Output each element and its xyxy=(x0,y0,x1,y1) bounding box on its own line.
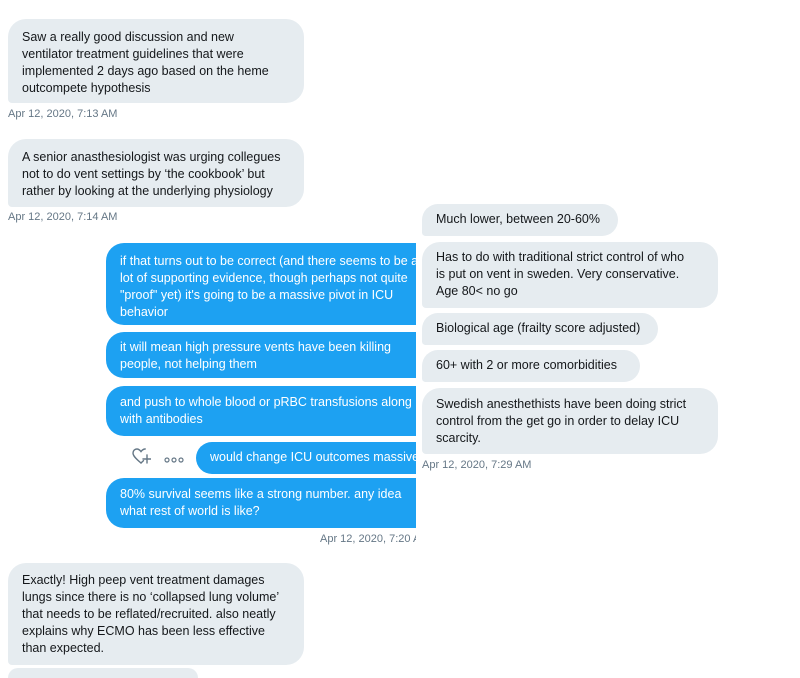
sent-message-bubble[interactable]: it will mean high pressure vents have be… xyxy=(106,332,416,378)
message-bubble[interactable]: 60+ with 2 or more comorbidities xyxy=(422,350,640,382)
sent-message-bubble[interactable]: and push to whole blood or pRBC transfus… xyxy=(106,386,416,436)
message-line: people, not helping them xyxy=(120,357,257,371)
message-line: outcompete hypothesis xyxy=(22,81,151,95)
message-line: rather by looking at the underlying phys… xyxy=(22,184,273,198)
message-bubble[interactable]: Exactly! High peep vent treatment damage… xyxy=(8,563,304,665)
message-timestamp: Apr 12, 2020, 7:14 AM xyxy=(8,211,118,223)
message-line: control from the get go in order to dela… xyxy=(436,414,680,428)
message-line: Age 80< no go xyxy=(436,284,518,298)
message-line: implemented 2 days ago based on the heme xyxy=(22,64,269,78)
message-line: that needs to be reflated/recruited. als… xyxy=(22,607,276,621)
message-bubble[interactable]: Much lower, between 20-60% xyxy=(422,204,618,236)
message-line: than expected. xyxy=(22,641,105,655)
message-line: ventilator treatment guidelines that wer… xyxy=(22,47,244,61)
message-bubble[interactable]: Swedish anesthethists have been doing st… xyxy=(422,388,718,454)
message-line: A senior anasthesiologist was urging col… xyxy=(22,150,281,164)
message-timestamp: Apr 12, 2020, 7:29 AM xyxy=(422,459,532,471)
message-bubble[interactable]: Has to do with traditional strict contro… xyxy=(422,242,718,308)
message-line: 60+ with 2 or more comorbidities xyxy=(436,358,617,372)
message-line: lot of supporting evidence, though perha… xyxy=(120,271,408,285)
message-line: 80% survival seems like a strong number.… xyxy=(120,487,402,501)
heart-plus-icon[interactable] xyxy=(131,446,152,466)
sent-message-timestamp: Apr 12, 2020, 7:20 AM xyxy=(320,533,416,545)
message-line: Biological age (frailty score adjusted) xyxy=(436,321,641,335)
message-line: and push to whole blood or pRBC transfus… xyxy=(120,395,412,409)
message-line: would change ICU outcomes massively xyxy=(210,450,416,464)
message-timestamp: Apr 12, 2020, 7:13 AM xyxy=(8,108,118,120)
more-dots-icon[interactable] xyxy=(164,452,184,463)
message-line: it will mean high pressure vents have be… xyxy=(120,340,391,354)
message-bubble[interactable]: Biological age (frailty score adjusted) xyxy=(422,313,658,345)
sent-message-bubble[interactable]: 80% survival seems like a strong number.… xyxy=(106,478,416,528)
message-line: Has to do with traditional strict contro… xyxy=(436,250,685,264)
message-line: Saw a really good discussion and new xyxy=(22,30,234,44)
message-line: is put on vent in sweden. Very conservat… xyxy=(436,267,680,281)
message-line: explains why ECMO has been less effectiv… xyxy=(22,624,265,638)
message-line: "proof" yet) it's going to be a massive … xyxy=(120,288,394,302)
message-line: with antibodies xyxy=(120,412,203,426)
message-line: lungs since there is no ‘collapsed lung … xyxy=(22,590,280,604)
message-bubble[interactable]: A senior anasthesiologist was urging col… xyxy=(8,139,304,207)
sent-message-bubble[interactable]: if that turns out to be correct (and the… xyxy=(106,243,416,325)
message-line: scarcity. xyxy=(436,431,481,445)
message-bubble[interactable]: Saw a really good discussion and new ven… xyxy=(8,19,304,103)
message-line: behavior xyxy=(120,305,168,319)
message-line: Swedish anesthethists have been doing st… xyxy=(436,397,687,411)
message-line: not to do vent settings by ‘the cookbook… xyxy=(22,167,265,181)
sent-message-bubble[interactable]: would change ICU outcomes massively xyxy=(196,442,416,474)
message-line: if that turns out to be correct (and the… xyxy=(120,254,416,268)
message-line: what rest of world is like? xyxy=(120,504,260,518)
message-line: Much lower, between 20-60% xyxy=(436,212,600,226)
message-bubble-partial xyxy=(8,668,198,678)
message-line: Exactly! High peep vent treatment damage… xyxy=(22,573,265,587)
